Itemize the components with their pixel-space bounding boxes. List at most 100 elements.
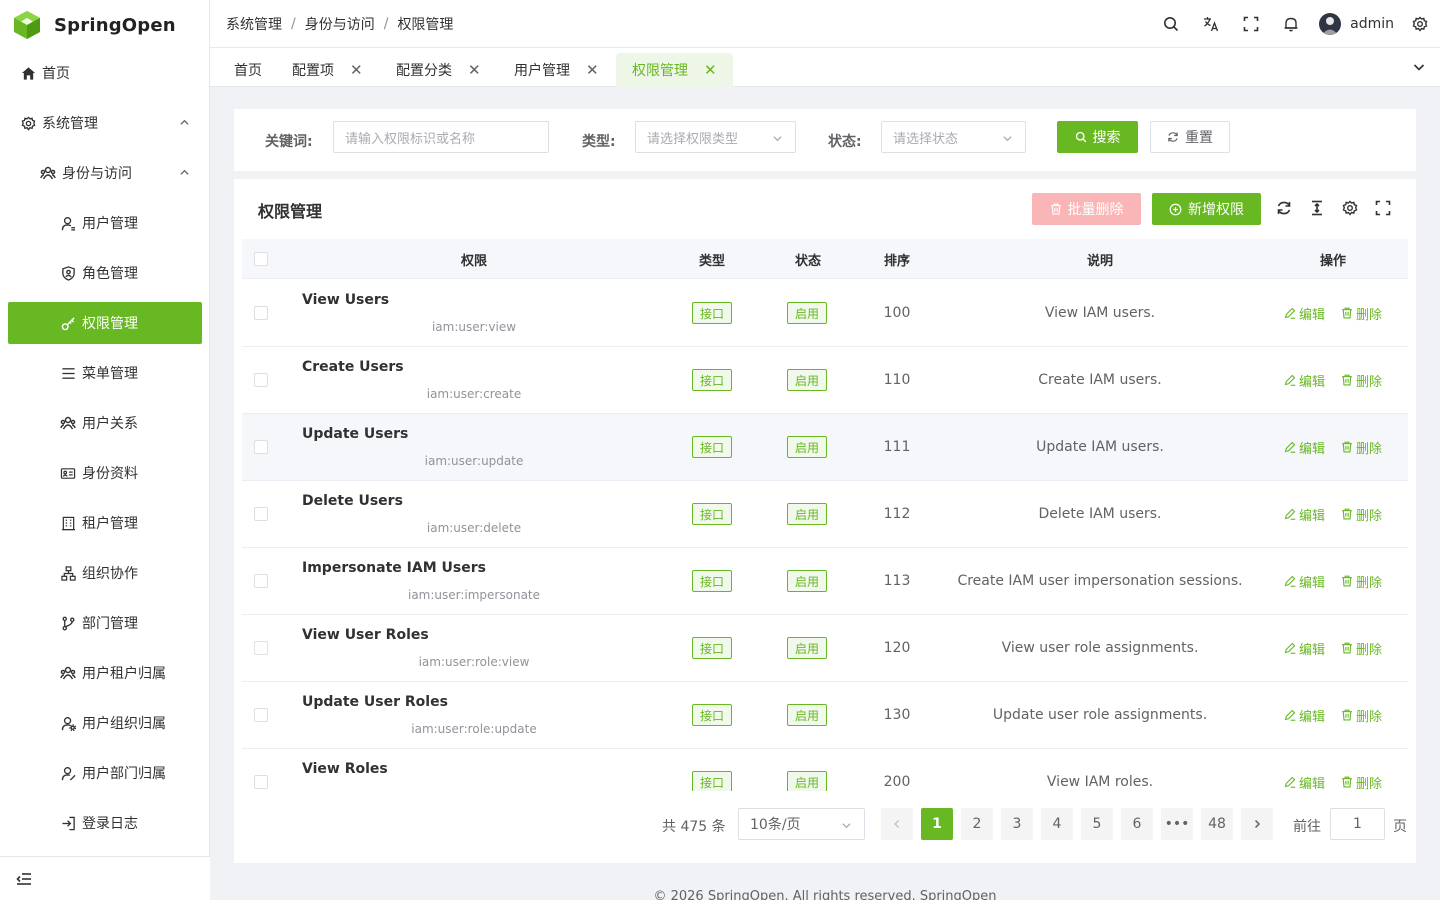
tabs-dropdown-button[interactable]: [1412, 60, 1426, 74]
close-icon[interactable]: ✕: [586, 61, 599, 79]
page-button[interactable]: 2: [961, 808, 993, 840]
breadcrumb-item[interactable]: 身份与访问: [305, 14, 375, 34]
batch-delete-button[interactable]: 批量删除: [1032, 193, 1141, 225]
delete-button[interactable]: 删除: [1341, 706, 1382, 725]
next-page-button[interactable]: [1241, 808, 1273, 840]
table-row[interactable]: View Roles 接口 启用 200 View IAM roles. 编辑 删除: [242, 749, 1408, 791]
search-button[interactable]: [1151, 0, 1191, 48]
page-button[interactable]: 3: [1001, 808, 1033, 840]
edit-button[interactable]: 编辑: [1284, 438, 1325, 457]
sidebar-item-identity-access[interactable]: 身份与访问: [8, 152, 202, 194]
table-row[interactable]: Create Users iam:user:create 接口 启用 110 Create…: [242, 347, 1408, 414]
sidebar-item-role-management[interactable]: 角色管理: [8, 252, 202, 294]
refresh-table-button[interactable]: [1276, 200, 1292, 216]
table-row[interactable]: View User Roles iam:user:role:view 接口 启用 120…: [242, 615, 1408, 682]
sidebar-item-user-management[interactable]: 用户管理: [8, 202, 202, 244]
row-checkbox[interactable]: [254, 507, 268, 521]
sidebar-item-permission-management[interactable]: 权限管理: [8, 302, 202, 344]
sort-value: 112: [883, 506, 911, 522]
fullscreen-button[interactable]: [1231, 0, 1271, 48]
row-checkbox[interactable]: [254, 306, 268, 320]
add-permission-button[interactable]: 新增权限: [1152, 193, 1261, 225]
permission-name: Delete Users: [302, 493, 403, 509]
row-checkbox[interactable]: [254, 775, 268, 789]
page-button[interactable]: 48: [1201, 808, 1233, 840]
row-checkbox[interactable]: [254, 574, 268, 588]
language-button[interactable]: [1191, 0, 1231, 48]
sidebar-item-menu-management[interactable]: 菜单管理: [8, 352, 202, 394]
column-header-type[interactable]: 类型: [666, 239, 758, 279]
edit-button[interactable]: 编辑: [1284, 304, 1325, 323]
row-checkbox[interactable]: [254, 440, 268, 454]
sidebar-item-user-relations[interactable]: 用户关系: [8, 402, 202, 444]
table-fullscreen-button[interactable]: [1375, 200, 1391, 216]
column-header-description[interactable]: 说明: [942, 239, 1258, 279]
sidebar-item-user-department[interactable]: 用户部门归属: [8, 752, 202, 794]
tab-permission-management[interactable]: 权限管理 ✕: [616, 53, 733, 87]
goto-page-input[interactable]: 1: [1330, 808, 1385, 840]
breadcrumb-item[interactable]: 系统管理: [226, 14, 282, 34]
sidebar-item-department-management[interactable]: 部门管理: [8, 602, 202, 644]
column-header-sort[interactable]: 排序: [852, 239, 942, 279]
type-select[interactable]: 请选择权限类型: [635, 121, 796, 153]
settings-button[interactable]: [1400, 0, 1440, 48]
page-button[interactable]: 6: [1121, 808, 1153, 840]
page-size-select[interactable]: 10条/页: [738, 808, 865, 840]
table-row[interactable]: Update Users iam:user:update 接口 启用 111 Update…: [242, 414, 1408, 481]
edit-button[interactable]: 编辑: [1284, 371, 1325, 390]
table-row[interactable]: View Users iam:user:view 接口 启用 100 View IAM u…: [242, 280, 1408, 347]
tab-user-management[interactable]: 用户管理 ✕: [498, 53, 615, 87]
prev-page-button[interactable]: [881, 808, 913, 840]
reset-button[interactable]: 重置: [1150, 121, 1230, 153]
sidebar-item-user-tenant[interactable]: 用户租户归属: [8, 652, 202, 694]
edit-button[interactable]: 编辑: [1284, 639, 1325, 658]
row-checkbox[interactable]: [254, 708, 268, 722]
column-header-permission[interactable]: 权限: [282, 239, 666, 279]
sidebar-item-tenant-management[interactable]: 租户管理: [8, 502, 202, 544]
edit-button[interactable]: 编辑: [1284, 706, 1325, 725]
delete-button[interactable]: 删除: [1341, 773, 1382, 791]
more-pages-button[interactable]: •••: [1161, 808, 1193, 840]
delete-button[interactable]: 删除: [1341, 438, 1382, 457]
sidebar-item-user-org[interactable]: 用户组织归属: [8, 702, 202, 744]
row-checkbox[interactable]: [254, 641, 268, 655]
close-icon[interactable]: ✕: [468, 61, 481, 79]
row-checkbox[interactable]: [254, 373, 268, 387]
table-row[interactable]: Update User Roles iam:user:role:update 接口 启…: [242, 682, 1408, 749]
table-row[interactable]: Delete Users iam:user:delete 接口 启用 112 Delete…: [242, 481, 1408, 548]
column-header-status[interactable]: 状态: [758, 239, 858, 279]
gear-icon: [20, 115, 36, 131]
page-button[interactable]: 1: [921, 808, 953, 840]
edit-button[interactable]: 编辑: [1284, 572, 1325, 591]
search-button[interactable]: 搜索: [1057, 121, 1138, 153]
table-row[interactable]: Impersonate IAM Users iam:user:impersonat…: [242, 548, 1408, 615]
edit-button[interactable]: 编辑: [1284, 505, 1325, 524]
delete-button[interactable]: 删除: [1341, 572, 1382, 591]
sidebar-item-system-management[interactable]: 系统管理: [8, 102, 202, 144]
tab-config-items[interactable]: 配置项 ✕: [276, 53, 379, 87]
edit-button[interactable]: 编辑: [1284, 773, 1325, 791]
delete-button[interactable]: 删除: [1341, 505, 1382, 524]
notification-button[interactable]: [1271, 0, 1311, 48]
sidebar-item-org-collaboration[interactable]: 组织协作: [8, 552, 202, 594]
status-select[interactable]: 请选择状态: [881, 121, 1026, 153]
tab-home[interactable]: 首页: [218, 53, 278, 87]
page-button[interactable]: 4: [1041, 808, 1073, 840]
collapse-sidebar-button[interactable]: [0, 856, 210, 900]
tab-config-categories[interactable]: 配置分类 ✕: [380, 53, 497, 87]
column-settings-button[interactable]: [1342, 200, 1358, 216]
delete-button[interactable]: 删除: [1341, 371, 1382, 390]
page-button[interactable]: 5: [1081, 808, 1113, 840]
sidebar-item-home[interactable]: 首页: [8, 52, 202, 94]
user-menu[interactable]: admin: [1319, 13, 1400, 35]
delete-button[interactable]: 删除: [1341, 639, 1382, 658]
density-button[interactable]: [1309, 200, 1325, 216]
logo[interactable]: SpringOpen: [0, 0, 209, 50]
select-all-checkbox[interactable]: [254, 252, 268, 266]
sidebar-item-login-logs[interactable]: 登录日志: [8, 802, 202, 844]
sidebar-item-identity-profiles[interactable]: 身份资料: [8, 452, 202, 494]
keyword-input[interactable]: 请输入权限标识或名称: [333, 121, 549, 153]
close-icon[interactable]: ✕: [704, 61, 717, 79]
close-icon[interactable]: ✕: [350, 61, 363, 79]
delete-button[interactable]: 删除: [1341, 304, 1382, 323]
